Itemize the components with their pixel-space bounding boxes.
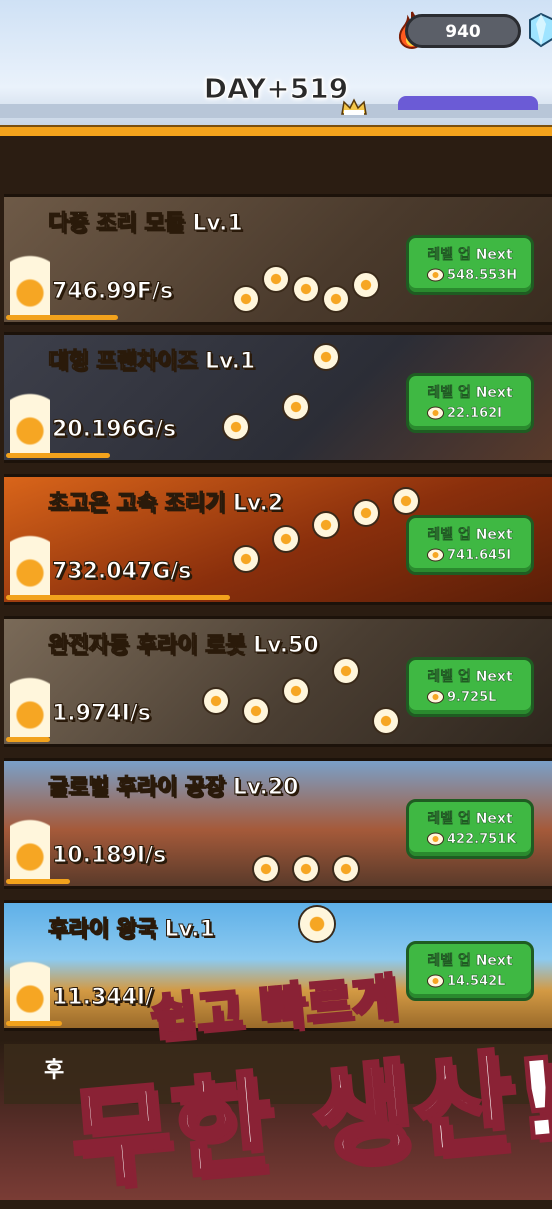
level-up-button[interactable]: 레벨 업 Next 422.751K	[406, 799, 534, 859]
header-divider	[0, 125, 552, 136]
level-up-label: 레벨 업 Next	[427, 527, 513, 544]
egg-icon	[204, 689, 228, 713]
progress-bar	[6, 737, 50, 742]
level-up-button[interactable]: 레벨 업 Next 741.645I	[406, 515, 534, 575]
level-up-cost: 548.553H	[447, 268, 518, 284]
card-rate: 20.196G/s	[51, 417, 177, 443]
level-up-cost: 9.725L	[447, 690, 497, 706]
egg-stack-icon	[10, 627, 50, 737]
progress-bar	[6, 595, 230, 600]
card-global-fry-factory: 글로벌 후라이 공장 Lv.20 10.189I/s 레벨 업 Next 422…	[4, 758, 552, 889]
card-rate: 732.047G/s	[51, 559, 192, 585]
level-up-label: 레벨 업 Next	[427, 669, 513, 686]
egg-icon	[224, 415, 248, 439]
egg-icon	[427, 406, 444, 420]
card-high-temp-cooker: 초고온 고속 조리기 Lv.2 732.047G/s 레벨 업 Next 741…	[4, 474, 552, 605]
level-up-label: 레벨 업 Next	[427, 811, 513, 828]
egg-icon	[374, 709, 398, 733]
egg-icon	[300, 907, 334, 941]
level-up-label: 레벨 업 Next	[427, 385, 513, 402]
egg-stack-icon	[10, 911, 50, 1021]
level-up-button[interactable]: 레벨 업 Next 14.542L	[406, 941, 534, 1001]
egg-icon	[354, 501, 378, 525]
level-up-cost: 14.542L	[447, 974, 506, 990]
progress-bar	[6, 879, 70, 884]
egg-icon	[394, 489, 418, 513]
egg-icon	[234, 547, 258, 571]
egg-icon	[294, 277, 318, 301]
egg-icon	[314, 513, 338, 537]
egg-icon	[427, 832, 444, 846]
card-rate: 1.974I/s	[52, 701, 152, 727]
level-up-button[interactable]: 레벨 업 Next 548.553H	[406, 235, 534, 295]
card-rate: 11.344I/	[51, 985, 154, 1011]
egg-icon	[264, 267, 288, 291]
level-up-cost: 741.645I	[447, 548, 512, 564]
card-large-franchise: 대형 프랜차이즈 Lv.1 20.196G/s 레벨 업 Next 22.162…	[4, 332, 552, 463]
level-up-button[interactable]: 레벨 업 Next 22.162I	[406, 373, 534, 433]
egg-icon	[274, 527, 298, 551]
egg-stack-icon	[10, 205, 50, 315]
egg-icon	[427, 548, 444, 562]
egg-icon	[427, 974, 444, 988]
card-title: 후라이 왕국 Lv.1	[48, 917, 216, 943]
progress-bar	[6, 315, 118, 320]
card-rate: 746.99F/s	[51, 279, 174, 305]
level-up-label: 레벨 업 Next	[427, 247, 513, 264]
egg-stack-icon	[10, 769, 50, 879]
egg-icon	[324, 287, 348, 311]
card-title: 다중 조리 모듈 Lv.1	[48, 211, 244, 237]
egg-icon	[427, 268, 444, 282]
card-title: 대형 프랜차이즈 Lv.1	[47, 349, 256, 375]
card-title: 후	[44, 1058, 65, 1083]
level-up-button[interactable]: 레벨 업 Next 9.725L	[406, 657, 534, 717]
egg-icon	[284, 395, 308, 419]
card-title: 완전자동 후라이 로봇 Lv.50	[48, 633, 320, 659]
egg-stack-icon	[10, 343, 50, 453]
card-auto-fry-robot: 완전자동 후라이 로봇 Lv.50 1.974I/s 레벨 업 Next 9.7…	[4, 616, 552, 747]
egg-icon	[334, 857, 358, 881]
egg-icon	[427, 690, 444, 704]
fire-count: 940	[445, 22, 481, 42]
level-up-label: 레벨 업 Next	[427, 953, 513, 970]
egg-icon	[294, 857, 318, 881]
fire-counter: 940	[405, 14, 521, 48]
diamond-icon[interactable]	[526, 12, 552, 48]
card-title: 글로벌 후라이 공장 Lv.20	[47, 775, 299, 801]
level-up-cost: 422.751K	[447, 832, 517, 848]
egg-icon	[234, 287, 258, 311]
card-multi-cooking-module: 다중 조리 모듈 Lv.1 746.99F/s 레벨 업 Next 548.55…	[4, 194, 552, 325]
card-title: 초고온 고속 조리기 Lv.2	[47, 491, 284, 517]
progress-bar	[6, 453, 110, 458]
card-rate: 10.189I/s	[51, 843, 167, 869]
level-up-cost: 22.162I	[447, 406, 503, 422]
progress-bar	[6, 1021, 62, 1026]
crown-icon	[341, 98, 367, 115]
egg-icon	[244, 699, 268, 723]
egg-icon	[354, 273, 378, 297]
egg-stack-icon	[10, 485, 50, 595]
egg-icon	[284, 679, 308, 703]
day-label: DAY+519	[203, 72, 349, 106]
egg-icon	[334, 659, 358, 683]
egg-icon	[314, 345, 338, 369]
egg-icon	[254, 857, 278, 881]
